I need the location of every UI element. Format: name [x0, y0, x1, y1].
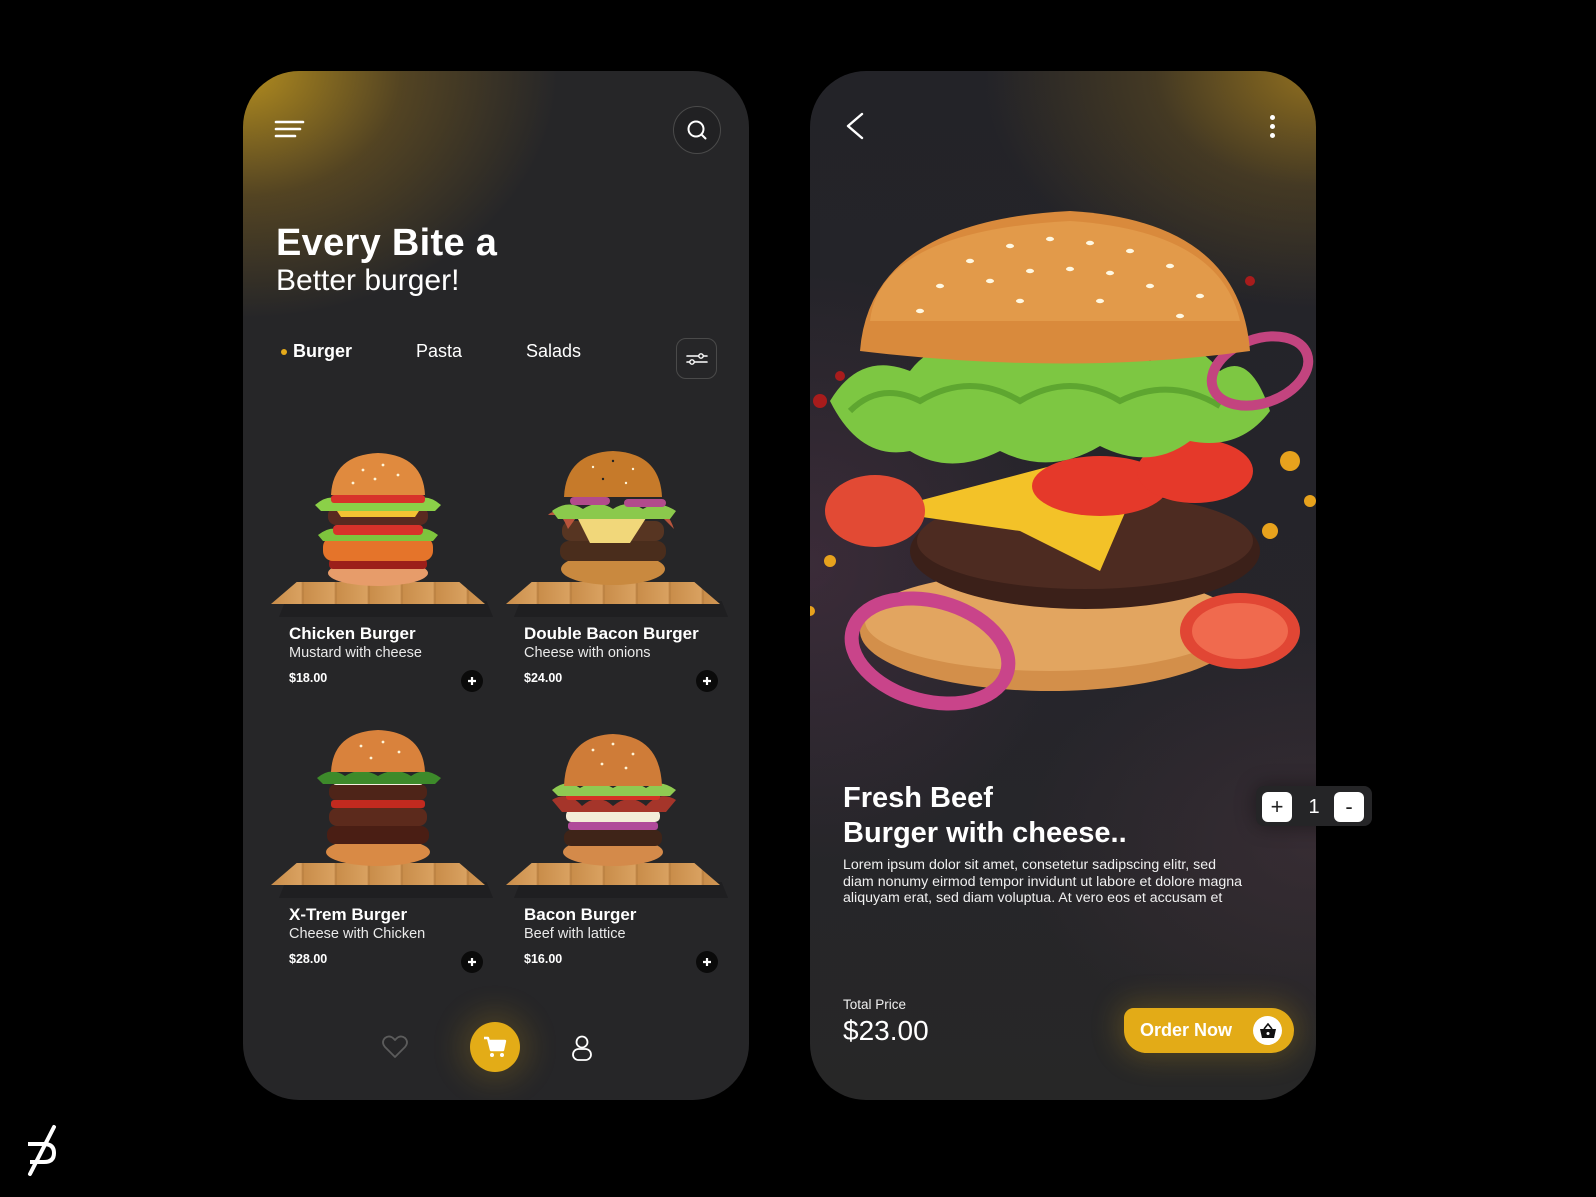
- product-card[interactable]: Double Bacon Burger Cheese with onions $…: [506, 441, 728, 703]
- exploded-burger-image: [810, 211, 1316, 711]
- quantity-stepper: + 1 -: [1256, 786, 1372, 826]
- product-description: Cheese with onions: [524, 645, 651, 661]
- total-price-label: Total Price: [843, 997, 907, 1012]
- plus-icon: [703, 958, 711, 966]
- add-to-cart-button[interactable]: [461, 670, 483, 692]
- product-card[interactable]: Bacon Burger Beef with lattice $16.00: [506, 722, 728, 984]
- product-price: $24.00: [524, 671, 563, 685]
- product-name: X-Trem Burger: [289, 905, 408, 924]
- plus-icon: [468, 677, 476, 685]
- product-detail-screen: Fresh Beef Burger with cheese.. Lorem ip…: [810, 71, 1316, 1100]
- tab-label: Burger: [293, 341, 353, 361]
- nav-cart[interactable]: [470, 1022, 520, 1072]
- bacon-burger-image: [552, 734, 676, 866]
- cart-icon: [484, 1036, 507, 1057]
- nav-favorites[interactable]: [381, 1034, 409, 1060]
- nav-profile[interactable]: [571, 1034, 593, 1062]
- tab-label: Salads: [526, 341, 582, 361]
- product-name: Chicken Burger: [289, 624, 416, 643]
- x-trem-burger-image: [317, 730, 441, 866]
- total-price-value: $23.00: [843, 1015, 929, 1046]
- subheadline: Better burger!: [276, 264, 460, 297]
- more-options-button[interactable]: [1262, 111, 1282, 141]
- tab-salads[interactable]: Salads: [526, 331, 581, 371]
- product-title-line2: Burger with cheese..: [843, 817, 1127, 849]
- chevron-left-icon: [846, 112, 864, 140]
- product-description: Cheese with Chicken: [289, 926, 426, 942]
- product-description: Mustard with cheese: [289, 645, 422, 661]
- product-price: $16.00: [524, 952, 563, 966]
- quantity-value: 1: [1308, 796, 1320, 818]
- product-price: $18.00: [289, 671, 328, 685]
- add-to-cart-button[interactable]: [696, 670, 718, 692]
- filter-button[interactable]: [676, 338, 717, 379]
- tab-label: Pasta: [416, 341, 463, 361]
- add-to-cart-button[interactable]: [461, 951, 483, 973]
- hamburger-menu-icon: [274, 120, 305, 138]
- brand-logo-icon: [28, 1125, 57, 1176]
- heart-icon: [382, 1035, 408, 1058]
- search-button[interactable]: [673, 106, 721, 154]
- product-name: Double Bacon Burger: [524, 624, 699, 643]
- product-card[interactable]: X-Trem Burger Cheese with Chicken $28.00: [271, 722, 493, 984]
- increment-button[interactable]: +: [1262, 792, 1292, 822]
- add-to-cart-button[interactable]: [696, 951, 718, 973]
- back-button[interactable]: [840, 109, 870, 143]
- menu-screen: Every Bite a Better burger! Burger Pasta…: [243, 71, 749, 1100]
- product-title-line1: Fresh Beef: [843, 782, 993, 814]
- bottom-navigation: [243, 1000, 749, 1100]
- chicken-burger-image: [315, 453, 441, 586]
- active-indicator-dot: [281, 349, 287, 355]
- tab-burger[interactable]: Burger: [276, 331, 352, 371]
- search-icon: [687, 120, 707, 140]
- double-bacon-burger-image: [548, 451, 676, 585]
- headline: Every Bite a: [276, 222, 498, 264]
- product-name: Bacon Burger: [524, 905, 637, 924]
- product-description: Beef with lattice: [524, 926, 626, 942]
- tab-pasta[interactable]: Pasta: [416, 331, 462, 371]
- user-icon: [572, 1035, 592, 1061]
- minus-icon: -: [1345, 794, 1353, 819]
- order-now-label: Order Now: [1140, 1020, 1233, 1040]
- product-price: $28.00: [289, 952, 328, 966]
- product-description: Lorem ipsum dolor sit amet, consetetur s…: [843, 857, 1243, 906]
- sliders-icon: [685, 352, 708, 365]
- product-card[interactable]: Chicken Burger Mustard with cheese $18.0…: [271, 441, 493, 703]
- basket-icon: [1253, 1016, 1282, 1045]
- plus-icon: [703, 677, 711, 685]
- plus-icon: +: [1270, 794, 1284, 819]
- menu-button[interactable]: [273, 117, 305, 141]
- product-title: Fresh Beef Burger with cheese..: [843, 781, 1127, 851]
- plus-icon: [468, 958, 476, 966]
- decrement-button[interactable]: -: [1334, 792, 1364, 822]
- order-now-button[interactable]: Order Now: [1124, 1008, 1294, 1053]
- more-vertical-icon: [1269, 114, 1275, 138]
